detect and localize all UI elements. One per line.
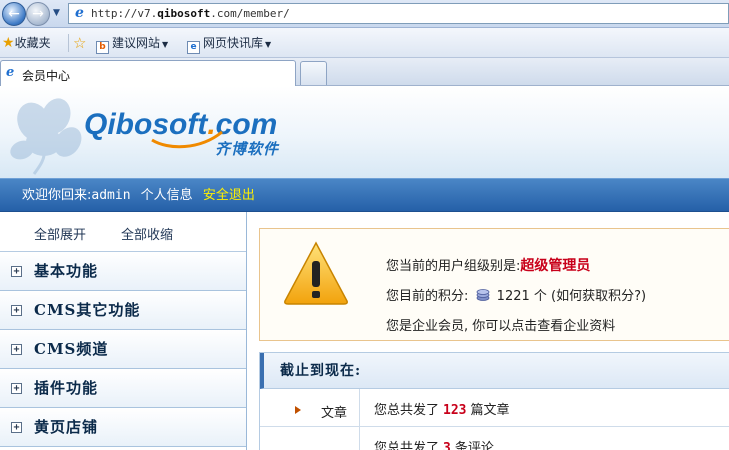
star-icon: ★ bbox=[2, 35, 15, 51]
tab-member-center[interactable]: e 会员中心 bbox=[0, 60, 296, 86]
web-slice-icon: e bbox=[187, 41, 200, 54]
expand-plus-icon: + bbox=[11, 344, 22, 355]
chevron-down-icon: ▼ bbox=[265, 40, 272, 49]
stats-header: 截止到现在: bbox=[260, 353, 729, 389]
stats-title: 截止到现在: bbox=[280, 363, 362, 379]
suggested-sites-icon: b bbox=[96, 41, 109, 54]
how-to-get-points-link[interactable]: 个 (如何获取积分?) bbox=[534, 289, 646, 304]
company-member-link[interactable]: 您是企业会员, 你可以点击查看企业资料 bbox=[386, 315, 615, 334]
address-input[interactable]: e http://v7.qibosoft.com/member/ bbox=[68, 3, 729, 24]
sidebar: 全部展开 全部收缩 + 基本功能 + CMS其它功能 + CMS频道 + 插件功… bbox=[0, 212, 247, 450]
user-group-name: 超级管理员 bbox=[520, 258, 591, 274]
back-button[interactable]: ← bbox=[2, 2, 26, 26]
table-row: 您总共发了 3 条评论 bbox=[260, 427, 729, 450]
tab-title: 会员中心 bbox=[22, 69, 71, 83]
sidebar-item-basic[interactable]: + 基本功能 bbox=[0, 252, 246, 291]
comments-count: 3 bbox=[443, 441, 451, 450]
favorites-item-suggested-sites[interactable]: b 建议网站 ▼ bbox=[96, 35, 168, 54]
account-notice: 您当前的用户组级别是:超级管理员 您目前的积分: 1221 个 (如何获取积分?… bbox=[259, 228, 729, 341]
warning-icon bbox=[284, 241, 348, 305]
chevron-down-icon: ▼ bbox=[162, 40, 169, 49]
ie-page-icon: e bbox=[6, 65, 15, 80]
welcome-text: 欢迎你回来: bbox=[22, 188, 92, 203]
forward-button[interactable]: → bbox=[26, 2, 50, 26]
logo-chinese-text: 齐博软件 bbox=[215, 140, 280, 158]
new-tab-button[interactable] bbox=[300, 61, 327, 85]
points-value: 1221 bbox=[496, 289, 530, 304]
stats-label-cell: 文章 bbox=[260, 389, 360, 426]
profile-link[interactable]: 个人信息 bbox=[141, 188, 193, 203]
logout-link[interactable]: 安全退出 bbox=[203, 188, 255, 203]
expand-plus-icon: + bbox=[11, 305, 22, 316]
articles-count: 123 bbox=[443, 403, 467, 418]
favorites-item-web-slice[interactable]: e 网页快讯库 ▼ bbox=[187, 35, 271, 54]
tab-bar: e 会员中心 bbox=[0, 58, 729, 86]
arrow-left-icon: ← bbox=[8, 6, 20, 22]
ie-page-icon: e bbox=[75, 5, 84, 21]
sidebar-item-cms-other[interactable]: + CMS其它功能 bbox=[0, 291, 246, 330]
user-welcome-bar: 欢迎你回来:admin 个人信息 安全退出 bbox=[0, 178, 729, 212]
comments-stat: 您总共发了 3 条评论 bbox=[374, 437, 494, 450]
address-bar-row: ← → ▼ e http://v7.qibosoft.com/member/ bbox=[0, 0, 729, 28]
add-favorite-icon[interactable]: ☆ bbox=[73, 34, 86, 52]
expand-plus-icon: + bbox=[11, 266, 22, 277]
divider bbox=[68, 34, 69, 52]
articles-link[interactable]: 文章 bbox=[321, 402, 347, 421]
username: admin bbox=[91, 188, 131, 203]
history-dropdown-icon[interactable]: ▼ bbox=[53, 8, 60, 18]
collapse-all-link[interactable]: 全部收缩 bbox=[121, 224, 173, 243]
expand-plus-icon: + bbox=[11, 383, 22, 394]
user-group-line: 您当前的用户组级别是:超级管理员 bbox=[386, 258, 591, 274]
points-line: 您目前的积分: 1221 个 (如何获取积分?) bbox=[386, 289, 647, 304]
table-row: 文章 您总共发了 123 篇文章 bbox=[260, 389, 729, 427]
favorites-button[interactable]: ★收藏夹 bbox=[2, 35, 51, 51]
sidebar-item-plugins[interactable]: + 插件功能 bbox=[0, 369, 246, 408]
arrow-right-icon: → bbox=[32, 6, 44, 22]
stats-panel: 截止到现在: 文章 您总共发了 123 篇文章 您总共发了 3 条评论 bbox=[259, 352, 729, 450]
articles-stat: 您总共发了 123 篇文章 bbox=[374, 403, 510, 418]
site-header: Qibosoft.com 齐博软件 bbox=[0, 86, 729, 178]
sidebar-item-yellow-pages[interactable]: + 黄页店铺 bbox=[0, 408, 246, 447]
address-text: http://v7.qibosoft.com/member/ bbox=[91, 7, 290, 20]
coins-icon bbox=[476, 289, 489, 301]
flower-decoration-icon bbox=[10, 98, 82, 175]
triangle-right-icon bbox=[295, 406, 301, 414]
expand-all-link[interactable]: 全部展开 bbox=[34, 224, 86, 243]
stats-label-cell bbox=[260, 427, 360, 450]
sidebar-item-cms-channel[interactable]: + CMS频道 bbox=[0, 330, 246, 369]
sidebar-toolbar: 全部展开 全部收缩 bbox=[0, 212, 246, 252]
expand-plus-icon: + bbox=[11, 422, 22, 433]
favorites-bar: ★收藏夹 ☆ b 建议网站 ▼ e 网页快讯库 ▼ bbox=[0, 28, 729, 58]
